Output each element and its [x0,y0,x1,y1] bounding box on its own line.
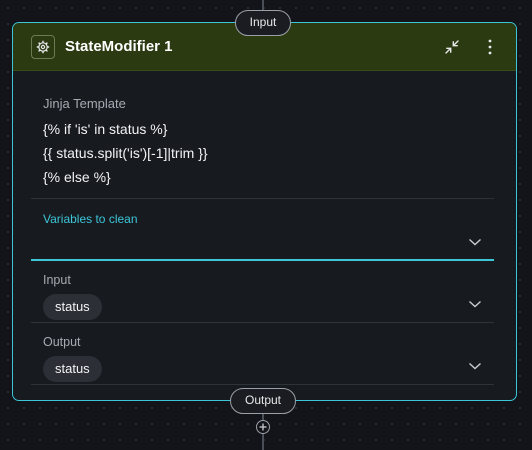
output-select[interactable]: Output status [31,323,494,385]
chevron-down-icon[interactable] [468,361,482,371]
output-label: Output [43,335,81,349]
add-node-icon[interactable] [256,420,270,434]
more-options-icon[interactable] [478,35,502,59]
input-value-chip[interactable]: status [43,294,102,320]
chevron-down-icon[interactable] [468,237,482,247]
input-port[interactable]: Input [235,10,291,36]
gear-icon [31,34,55,59]
jinja-template-field[interactable]: Jinja Template {% if 'is' in status %} {… [31,71,494,199]
input-select[interactable]: Input status [31,261,494,323]
state-modifier-node[interactable]: StateModifier 1 Jinja Template {% if 'is… [12,22,517,401]
collapse-icon[interactable] [440,35,464,59]
template-line: {% else %} [43,169,111,185]
variables-to-clean-select[interactable]: Variables to clean [31,199,494,261]
output-port[interactable]: Output [230,388,296,414]
input-label: Input [43,273,71,287]
output-value-chip[interactable]: status [43,356,102,382]
variables-to-clean-label: Variables to clean [43,212,138,226]
template-line: {% if 'is' in status %} [43,121,168,137]
chevron-down-icon[interactable] [468,299,482,309]
template-line: {{ status.split('is')[-1]|trim }} [43,145,208,161]
node-title: StateModifier 1 [65,38,173,55]
jinja-template-label: Jinja Template [43,96,126,111]
